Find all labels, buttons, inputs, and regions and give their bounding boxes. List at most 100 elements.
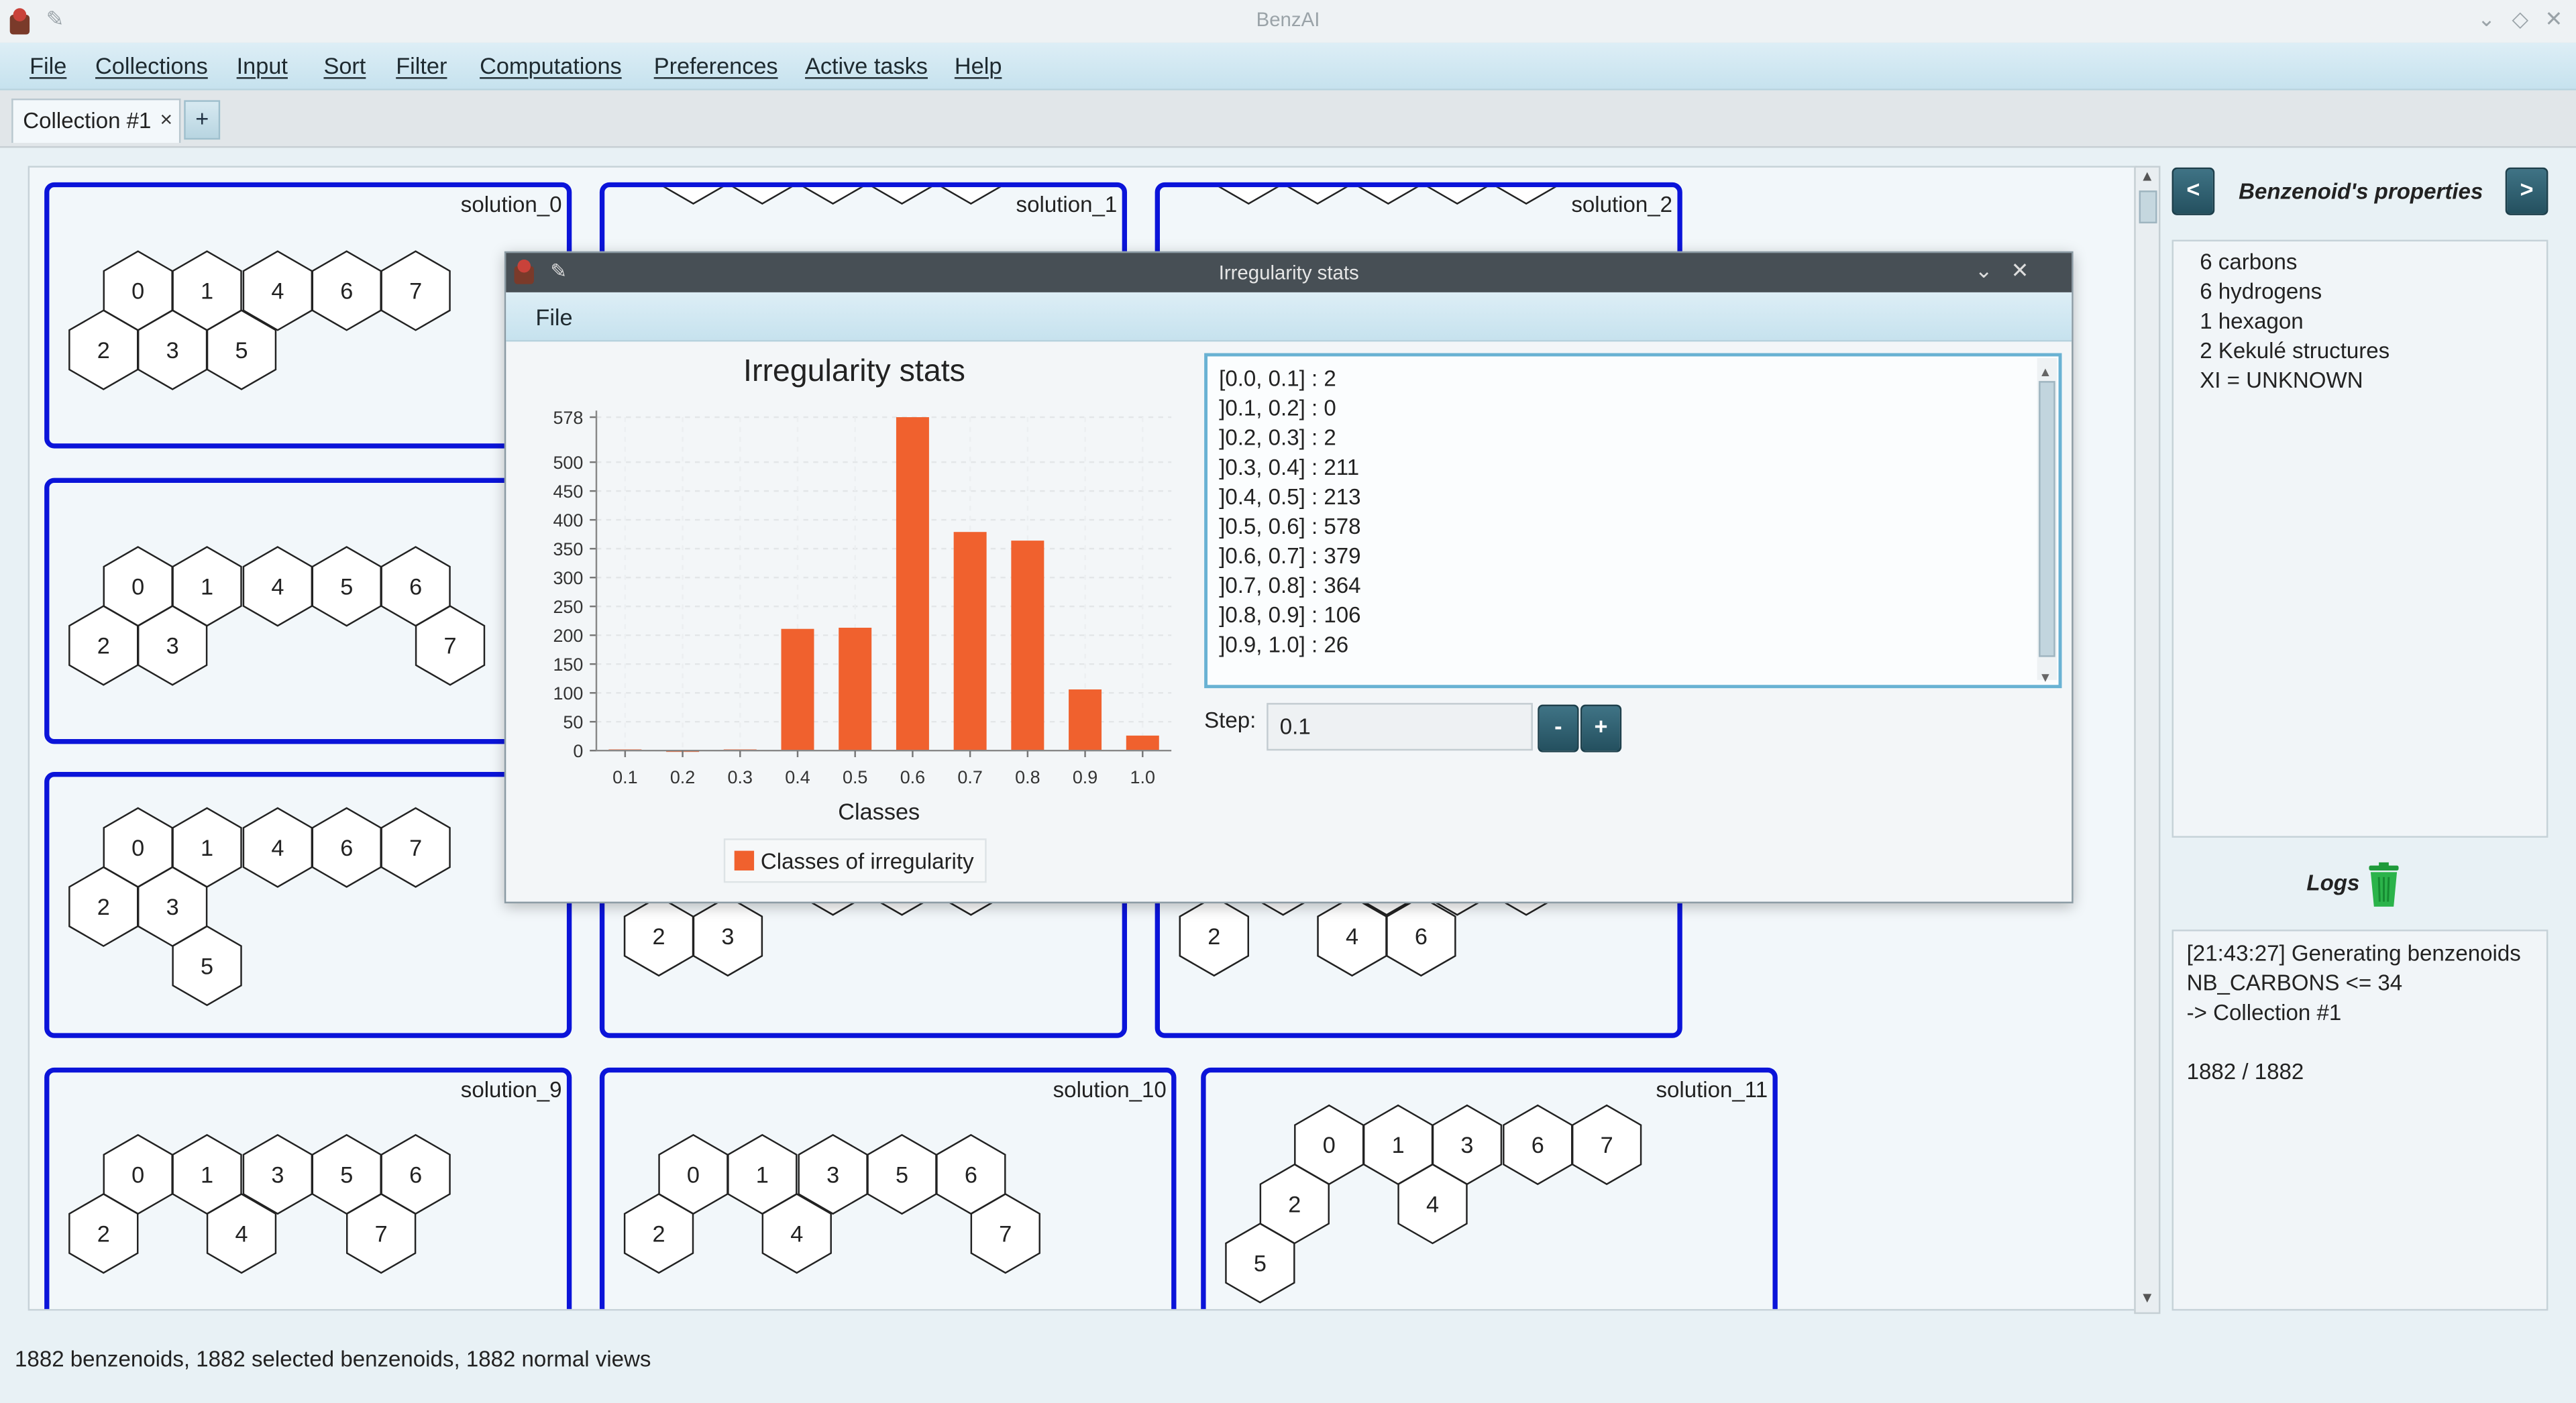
- list-item: ]0.8, 0.9] : 106: [1219, 602, 1361, 628]
- menu-filter[interactable]: Filter: [396, 52, 447, 78]
- hexagon-label: 7: [409, 279, 422, 304]
- menu-sort[interactable]: Sort: [323, 52, 366, 78]
- hexagon-label: 2: [97, 634, 110, 659]
- hexagon-label: 1: [201, 1162, 213, 1188]
- y-tick-label: 400: [553, 510, 583, 530]
- prev-button[interactable]: <: [2171, 167, 2215, 215]
- trash-icon[interactable]: [2366, 862, 2402, 909]
- hexagon-label: 5: [340, 1162, 353, 1188]
- next-button[interactable]: >: [2505, 167, 2548, 215]
- list-item: ]0.4, 0.5] : 213: [1219, 484, 1361, 510]
- bar-0.5: [839, 627, 872, 751]
- hexagon-label: 6: [340, 279, 353, 304]
- x-tick-label: 0.1: [612, 767, 637, 787]
- add-tab-button[interactable]: +: [184, 100, 221, 140]
- hexagon-label: 0: [131, 279, 144, 304]
- scroll-down-icon[interactable]: ▼: [2137, 1289, 2157, 1305]
- tab-close-icon[interactable]: ×: [160, 107, 173, 131]
- menu-collections[interactable]: Collections: [95, 52, 208, 78]
- menu-input[interactable]: Input: [237, 52, 288, 78]
- scroll-thumb[interactable]: [2139, 190, 2157, 224]
- solution-card[interactable]: solu 01467235: [44, 772, 572, 1038]
- y-tick-label: 200: [553, 626, 583, 646]
- solution-card[interactable]: solution_9 01356247: [44, 1067, 572, 1309]
- step-increment-button[interactable]: +: [1580, 704, 1622, 752]
- x-tick-label: 0.9: [1073, 767, 1097, 787]
- hexagon-label: 3: [166, 634, 179, 659]
- menu-help[interactable]: Help: [955, 52, 1002, 78]
- solution-card[interactable]: solution_10 01356247: [599, 1067, 1177, 1309]
- logs-panel: [21:43:27] Generating benzenoids NB_CARB…: [2171, 930, 2548, 1311]
- bar-0.8: [1011, 541, 1044, 751]
- properties-title: Benzenoid's properties: [2239, 178, 2483, 204]
- step-input[interactable]: 0.1: [1267, 703, 1533, 751]
- chart-title: Irregularity stats: [743, 353, 965, 388]
- log-line: -> Collection #1: [2186, 1000, 2342, 1025]
- chart-x-label: Classes: [838, 799, 920, 825]
- window-title: BenzAI: [1256, 8, 1320, 32]
- logs-title: Logs: [2306, 870, 2360, 895]
- hexagon-label: 0: [131, 836, 144, 861]
- tab-collection-1[interactable]: Collection #1 ×: [11, 98, 181, 144]
- hexagon-label: 6: [1415, 924, 1428, 950]
- menu-computations[interactable]: Computations: [480, 52, 622, 78]
- list-item: ]0.3, 0.4] : 211: [1219, 455, 1360, 480]
- legend-label: Classes of irregularity: [761, 850, 974, 875]
- step-value: 0.1: [1279, 714, 1311, 740]
- bar-0.6: [896, 417, 929, 751]
- property-line: 2 Kekulé structures: [2200, 338, 2390, 363]
- menu-active-tasks[interactable]: Active tasks: [805, 52, 928, 78]
- benzenoid-drawing: 0 1 3 5 6 2 4 7: [68, 1133, 451, 1274]
- solution-card[interactable]: solution_11 01367245: [1201, 1067, 1778, 1309]
- menu-preferences[interactable]: Preferences: [654, 52, 778, 78]
- hexagon-label: 5: [340, 575, 353, 600]
- maximize-icon[interactable]: ◇: [2512, 7, 2528, 33]
- hexagon-label: 5: [896, 1162, 908, 1188]
- irregularity-list[interactable]: [0.0, 0.1] : 2 ]0.1, 0.2] : 0 ]0.2, 0.3]…: [1204, 353, 2062, 689]
- list-item: ]0.7, 0.8] : 364: [1219, 573, 1361, 598]
- y-tick-label: 300: [553, 568, 583, 588]
- status-text: 1882 benzenoids, 1882 selected benzenoid…: [15, 1347, 651, 1371]
- hexagon-label: 1: [201, 575, 213, 600]
- x-tick-label: 0.5: [843, 767, 867, 787]
- list-item: ]0.2, 0.3] : 2: [1219, 425, 1336, 451]
- list-item: ]0.1, 0.2] : 0: [1219, 396, 1336, 420]
- hexagon-label: 5: [201, 954, 213, 979]
- irregularity-chart: Irregularity stats 0 50 100 150 200 250 300 350…: [553, 353, 1172, 883]
- hexagon-label: 4: [235, 1221, 248, 1247]
- hexagon-label: 3: [166, 895, 179, 920]
- hexagon-label: 2: [653, 924, 665, 950]
- collection-scrollbar[interactable]: ▲ ▼: [2134, 166, 2161, 1314]
- hexagon: [732, 187, 793, 205]
- property-line: 1 hexagon: [2200, 308, 2304, 334]
- solution-card[interactable]: solution_0 01467235: [44, 182, 572, 449]
- step-decrement-button[interactable]: -: [1538, 704, 1579, 752]
- hexagon: [663, 187, 724, 205]
- hexagon-label: 2: [653, 1221, 665, 1247]
- log-line: 1882 / 1882: [2186, 1059, 2304, 1084]
- close-icon[interactable]: ✕: [2011, 258, 2029, 284]
- menu-bar: File Collections Input Sort Filter Compu…: [0, 42, 2576, 91]
- list-scrollbar[interactable]: ▲ ▼: [2037, 357, 2057, 685]
- hexagon-label: 6: [965, 1162, 977, 1188]
- hexagon-label: 7: [375, 1221, 388, 1247]
- hexagon-label: 3: [166, 338, 179, 363]
- hexagon-label: 0: [131, 1162, 144, 1188]
- close-icon[interactable]: ✕: [2545, 7, 2563, 33]
- menu-file[interactable]: File: [30, 52, 66, 78]
- dialog-menu-file[interactable]: File: [535, 304, 572, 330]
- hexagon-label: 2: [97, 895, 110, 920]
- chart-bars: [608, 417, 1159, 752]
- hexagon-label: 4: [790, 1221, 803, 1247]
- solution-card[interactable]: s 01456237: [44, 478, 572, 744]
- minimize-icon[interactable]: ⌄: [2477, 7, 2496, 33]
- scroll-thumb[interactable]: [2039, 381, 2055, 657]
- legend-swatch: [734, 850, 755, 871]
- minimize-icon[interactable]: ⌄: [1975, 258, 1993, 284]
- y-tick-label: 500: [553, 453, 583, 473]
- property-line: 6 hydrogens: [2200, 279, 2322, 304]
- scroll-up-icon[interactable]: ▲: [2137, 168, 2157, 184]
- dialog-title: Irregularity stats: [1218, 261, 1359, 284]
- scroll-down-icon[interactable]: ▼: [2039, 663, 2051, 693]
- y-tick-label: 350: [553, 539, 583, 559]
